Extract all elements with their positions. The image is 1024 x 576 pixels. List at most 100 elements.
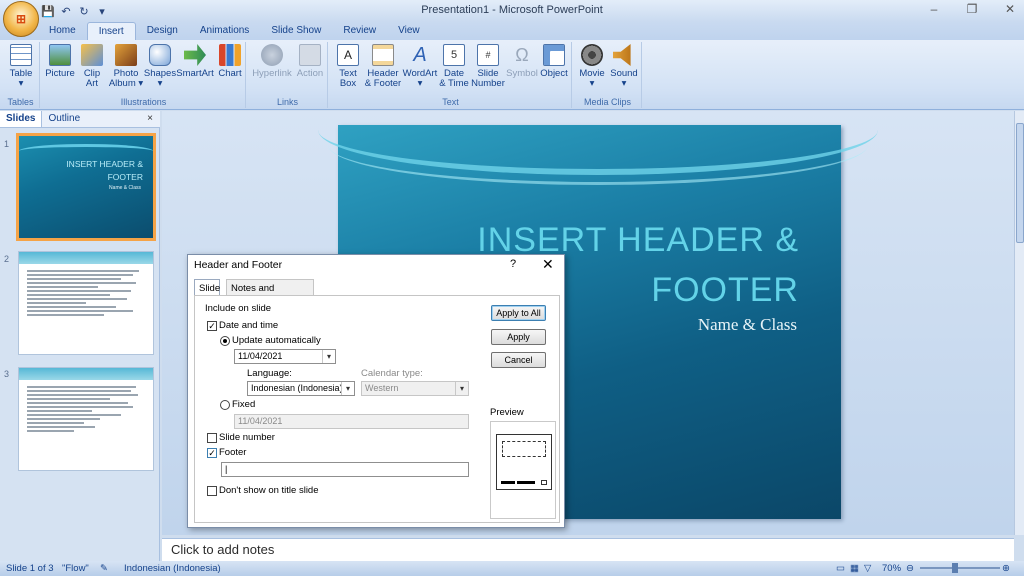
preview-date-placeholder (501, 481, 515, 484)
date-format-select[interactable]: 11/04/2021 ▾ (234, 349, 336, 364)
tab-view[interactable]: View (387, 22, 431, 40)
photo-album-button[interactable]: Photo Album ▾ (108, 44, 144, 89)
slide-number-label: Slide number (219, 432, 275, 443)
slide-thumbnail-2[interactable] (18, 251, 154, 355)
tab-review[interactable]: Review (332, 22, 387, 40)
tab-slide-show[interactable]: Slide Show (260, 22, 332, 40)
object-button[interactable]: Object (536, 44, 572, 79)
group-caption: Links (276, 97, 298, 107)
slide-number-checkbox[interactable] (207, 433, 217, 443)
hyperlink-button[interactable]: Hyperlink (252, 44, 292, 79)
clip-art-button[interactable]: Clip Art (74, 44, 110, 89)
language-label: Language: (247, 368, 292, 379)
slide-number-button[interactable]: # Slide Number (470, 44, 506, 89)
language-indicator[interactable]: Indonesian (Indonesia) (124, 563, 221, 574)
slide-counter: Slide 1 of 3 (6, 563, 54, 574)
dont-show-title-checkbox[interactable] (207, 486, 217, 496)
help-icon[interactable]: ? (510, 258, 516, 270)
slide-thumbnail-1[interactable]: INSERT HEADER & FOOTER Name & Class (16, 133, 156, 241)
slide-thumbnail-3[interactable] (18, 367, 154, 471)
shapes-button[interactable]: Shapes ▾ (142, 44, 178, 89)
movie-button[interactable]: Movie ▾ (574, 44, 610, 89)
preview-box (490, 421, 556, 519)
zoom-level[interactable]: 70% (882, 563, 901, 574)
close-button[interactable]: ✕ (1000, 2, 1020, 16)
date-time-checkbox[interactable]: ✓ (207, 321, 217, 331)
footer-label: Footer (219, 447, 247, 458)
smartart-button[interactable]: SmartArt (176, 44, 214, 79)
preview-number-placeholder (541, 480, 547, 485)
tab-outline[interactable]: Outline (42, 111, 86, 127)
group-illustrations: Picture Clip Art Photo Album ▾ Shapes ▾ … (42, 42, 246, 108)
footer-input[interactable]: | (221, 462, 469, 477)
group-tables: Table ▾ Tables (2, 42, 40, 108)
group-caption: Illustrations (120, 97, 167, 107)
scrollbar-thumb[interactable] (1016, 123, 1024, 243)
preview-title-placeholder (502, 441, 546, 457)
dialog-close-icon[interactable]: ✕ (542, 256, 554, 273)
office-button[interactable]: ⊞ (3, 1, 39, 37)
window-controls: – ❐ ✕ (924, 2, 1020, 16)
minimize-button[interactable]: – (924, 2, 944, 16)
picture-button[interactable]: Picture (42, 44, 78, 79)
sound-button[interactable]: Sound ▾ (606, 44, 642, 89)
fixed-radio[interactable] (220, 400, 230, 410)
cancel-button[interactable]: Cancel (491, 352, 546, 368)
zoom-in-icon[interactable]: ⊕ (1002, 563, 1010, 574)
film-reel-icon (581, 44, 603, 66)
tab-notes-handouts[interactable]: Notes and Handouts (226, 279, 314, 305)
preview-footer-placeholder (517, 481, 535, 484)
close-icon[interactable]: × (147, 113, 153, 124)
text-box-button[interactable]: A Text Box (330, 44, 366, 89)
dont-show-title-label: Don't show on title slide (219, 485, 319, 496)
tab-animations[interactable]: Animations (189, 22, 260, 40)
slide-number-label: 1 (4, 139, 10, 149)
update-automatically-radio[interactable] (220, 336, 230, 346)
footer-checkbox[interactable]: ✓ (207, 448, 217, 458)
header-footer-dialog: Header and Footer ? ✕ Slide Notes and Ha… (187, 254, 565, 528)
apply-button[interactable]: Apply (491, 329, 546, 345)
notes-placeholder: Click to add notes (171, 542, 275, 557)
maximize-button[interactable]: ❐ (962, 2, 982, 16)
header-footer-button[interactable]: Header & Footer (364, 44, 402, 89)
table-button[interactable]: Table ▾ (3, 44, 39, 89)
calendar-type-label: Calendar type: (361, 368, 423, 379)
normal-view-icon[interactable]: ▭ (836, 563, 845, 574)
tab-slides[interactable]: Slides (0, 111, 43, 127)
status-bar: Slide 1 of 3 "Flow" ✎ Indonesian (Indone… (0, 561, 1024, 576)
fixed-date-input[interactable]: 11/04/2021 (234, 414, 469, 429)
calendar-type-select[interactable]: Western ▾ (361, 381, 469, 396)
chart-button[interactable]: Chart (212, 44, 248, 79)
spell-check-icon[interactable]: ✎ (100, 563, 108, 574)
chevron-down-icon: ▾ (341, 382, 354, 395)
wordart-button[interactable]: A WordArt ▾ (402, 44, 438, 89)
action-button[interactable]: Action (292, 44, 328, 79)
clip-art-icon (81, 44, 103, 66)
office-logo-icon: ⊞ (15, 12, 27, 26)
vertical-scrollbar[interactable] (1014, 111, 1024, 535)
fixed-label: Fixed (232, 399, 256, 410)
zoom-out-icon[interactable]: ⊖ (906, 563, 914, 574)
slideshow-view-icon[interactable]: ▽ (864, 563, 871, 574)
notes-pane[interactable]: Click to add notes (162, 538, 1014, 561)
group-caption: Tables (7, 97, 34, 107)
slide-number-icon: # (477, 44, 499, 66)
picture-icon (49, 44, 71, 66)
slide-number-label: 2 (4, 254, 10, 264)
object-icon (543, 44, 565, 66)
zoom-slider[interactable] (920, 567, 1000, 569)
hyperlink-icon (261, 44, 283, 66)
tab-design[interactable]: Design (136, 22, 189, 40)
slide-subtitle[interactable]: Name & Class (698, 315, 797, 335)
date-time-button[interactable]: 5 Date & Time (436, 44, 472, 89)
tab-insert[interactable]: Insert (86, 22, 136, 40)
slide-sorter-icon[interactable]: ▦ (850, 563, 859, 574)
thumb-subtitle: Name & Class (109, 185, 141, 191)
wordart-icon: A (413, 44, 427, 66)
symbol-button[interactable]: Ω Symbol (504, 44, 540, 79)
zoom-slider-thumb[interactable] (952, 563, 958, 573)
language-select[interactable]: Indonesian (Indonesia) ▾ (247, 381, 355, 396)
calendar-icon: 5 (443, 44, 465, 66)
apply-to-all-button[interactable]: Apply to All (491, 305, 546, 321)
tab-home[interactable]: Home (38, 22, 87, 40)
